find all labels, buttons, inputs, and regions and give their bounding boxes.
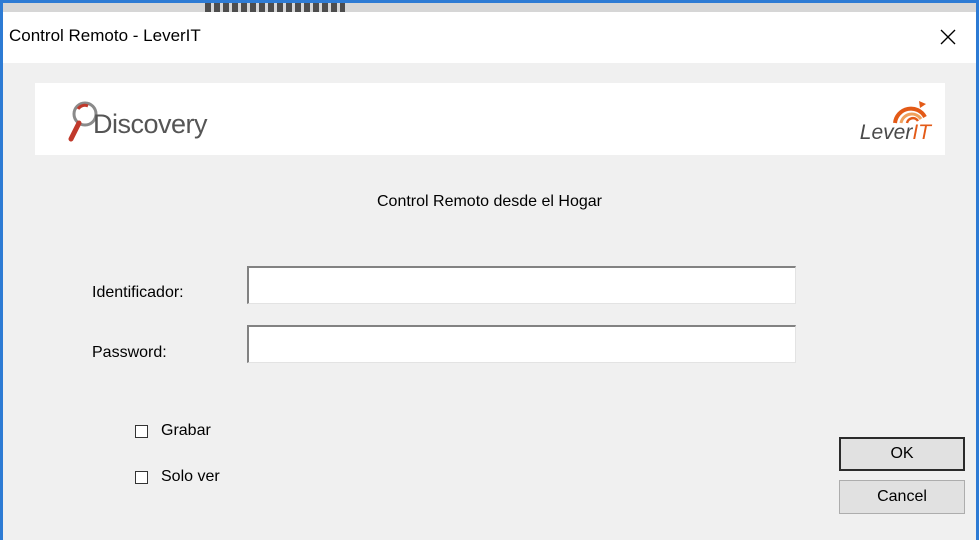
dialog-body: Discovery LeverIT Control Remoto desde e… — [3, 63, 976, 540]
background-window-border — [0, 0, 979, 3]
solo-ver-label: Solo ver — [161, 468, 220, 485]
password-label: Password: — [92, 344, 167, 361]
id-input[interactable] — [247, 266, 796, 304]
background-window-content — [205, 3, 345, 12]
solo-ver-checkbox[interactable]: Solo ver — [135, 468, 220, 486]
checkbox-box[interactable] — [135, 470, 148, 484]
leverit-logo-text: LeverIT — [860, 121, 931, 145]
logo-banner: Discovery LeverIT — [35, 83, 945, 155]
id-label: Identificador: — [92, 284, 184, 301]
dialog-heading: Control Remoto desde el Hogar — [376, 193, 602, 210]
leverit-logo: LeverIT — [841, 99, 931, 147]
grabar-label: Grabar — [161, 422, 211, 439]
checkbox-box[interactable] — [135, 424, 148, 438]
discovery-logo: Discovery — [65, 97, 215, 143]
close-icon — [940, 29, 956, 45]
background-window-strip — [0, 0, 979, 12]
cancel-button[interactable]: Cancel — [839, 480, 965, 514]
dialog-titlebar[interactable]: Control Remoto - LeverIT — [3, 12, 976, 63]
dialog-title: Control Remoto - LeverIT — [9, 26, 201, 45]
password-input[interactable] — [247, 325, 796, 363]
discovery-logo-text: Discovery — [93, 109, 208, 139]
leverit-logo-accent: IT — [912, 121, 931, 144]
ok-button[interactable]: OK — [839, 437, 965, 471]
close-button[interactable] — [928, 19, 968, 55]
leverit-logo-main: Lever — [859, 121, 913, 144]
grabar-checkbox[interactable]: Grabar — [135, 422, 211, 440]
